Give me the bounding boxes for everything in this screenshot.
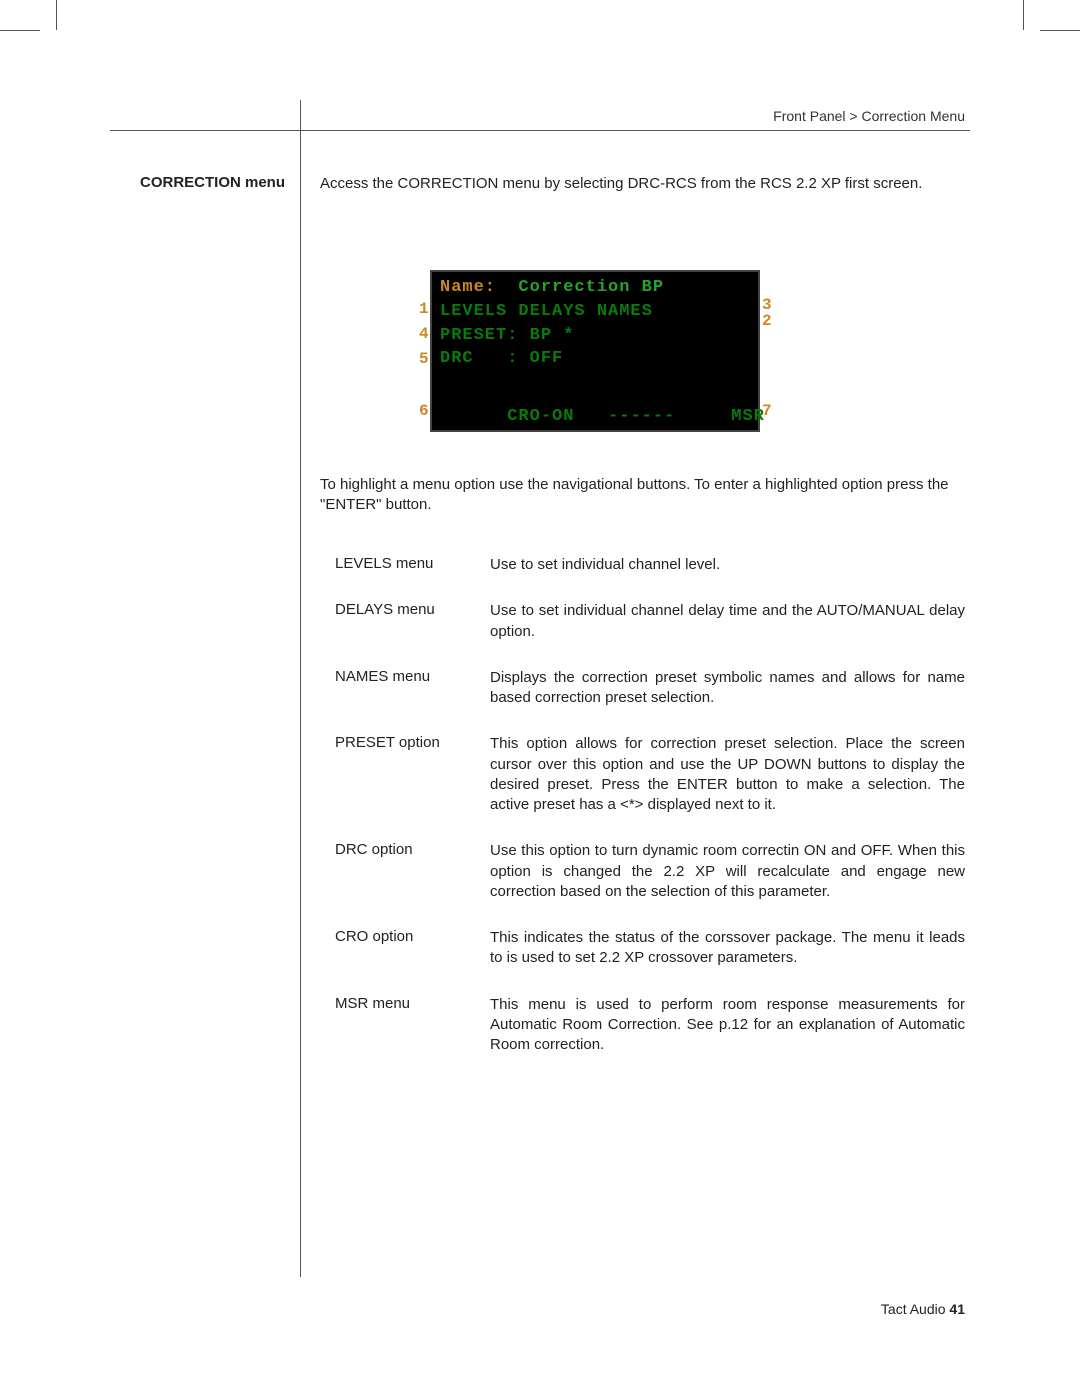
def-row: PRESET optionThis option allows for corr… (335, 734, 965, 815)
def-term: PRESET option (335, 734, 490, 815)
lcd-row-2: PRESET: BP * (440, 324, 750, 348)
breadcrumb: Front Panel > Correction Menu (773, 108, 965, 124)
def-row: DELAYS menuUse to set individual channel… (335, 601, 965, 642)
def-term: CRO option (335, 928, 490, 969)
lcd-row4-left: CRO-ON (507, 407, 574, 426)
lcd-row4-right: MSR (731, 407, 765, 426)
callout-6: 6 (419, 402, 429, 420)
def-row: MSR menuThis menu is used to perform roo… (335, 995, 965, 1056)
vertical-divider (300, 100, 301, 1277)
intro-paragraph: Access the CORRECTION menu by selecting … (320, 174, 965, 194)
header-rule (110, 130, 970, 131)
def-row: CRO optionThis indicates the status of t… (335, 928, 965, 969)
footer-text: Tact Audio (881, 1301, 950, 1317)
section-heading: CORRECTION menu (125, 174, 285, 191)
lcd-row4-mid: ------ (608, 407, 675, 426)
instruction-paragraph: To highlight a menu option use the navig… (320, 475, 965, 516)
lcd-screenshot: Name: Correction BP LEVELS DELAYS NAMES … (430, 270, 760, 432)
def-desc: Use to set individual channel level. (490, 555, 965, 575)
callout-5: 5 (419, 350, 429, 368)
callout-4: 4 (419, 325, 429, 343)
callout-7: 7 (762, 402, 772, 420)
def-row: DRC optionUse this option to turn dynami… (335, 841, 965, 902)
lcd-row-1: LEVELS DELAYS NAMES (440, 300, 750, 324)
def-row: NAMES menuDisplays the correction preset… (335, 668, 965, 709)
def-term: MSR menu (335, 995, 490, 1056)
def-term: LEVELS menu (335, 555, 490, 575)
def-desc: Use to set individual channel delay time… (490, 601, 965, 642)
def-desc: This option allows for correction preset… (490, 734, 965, 815)
def-term: NAMES menu (335, 668, 490, 709)
definitions-list: LEVELS menuUse to set individual channel… (335, 555, 965, 1055)
def-desc: Use this option to turn dynamic room cor… (490, 841, 965, 902)
def-term: DELAYS menu (335, 601, 490, 642)
def-row: LEVELS menuUse to set individual channel… (335, 555, 965, 575)
callout-1: 1 (419, 300, 429, 318)
def-desc: This indicates the status of the corssov… (490, 928, 965, 969)
page-number: 41 (949, 1301, 965, 1317)
page-footer: Tact Audio 41 (881, 1301, 965, 1317)
lcd-title-label: Name: (440, 278, 496, 297)
def-term: DRC option (335, 841, 490, 902)
lcd-title-value: Correction BP (518, 278, 664, 297)
lcd-row-3: DRC : OFF (440, 347, 750, 371)
def-desc: Displays the correction preset symbolic … (490, 668, 965, 709)
def-desc: This menu is used to perform room respon… (490, 995, 965, 1056)
callout-2: 2 (762, 312, 772, 330)
